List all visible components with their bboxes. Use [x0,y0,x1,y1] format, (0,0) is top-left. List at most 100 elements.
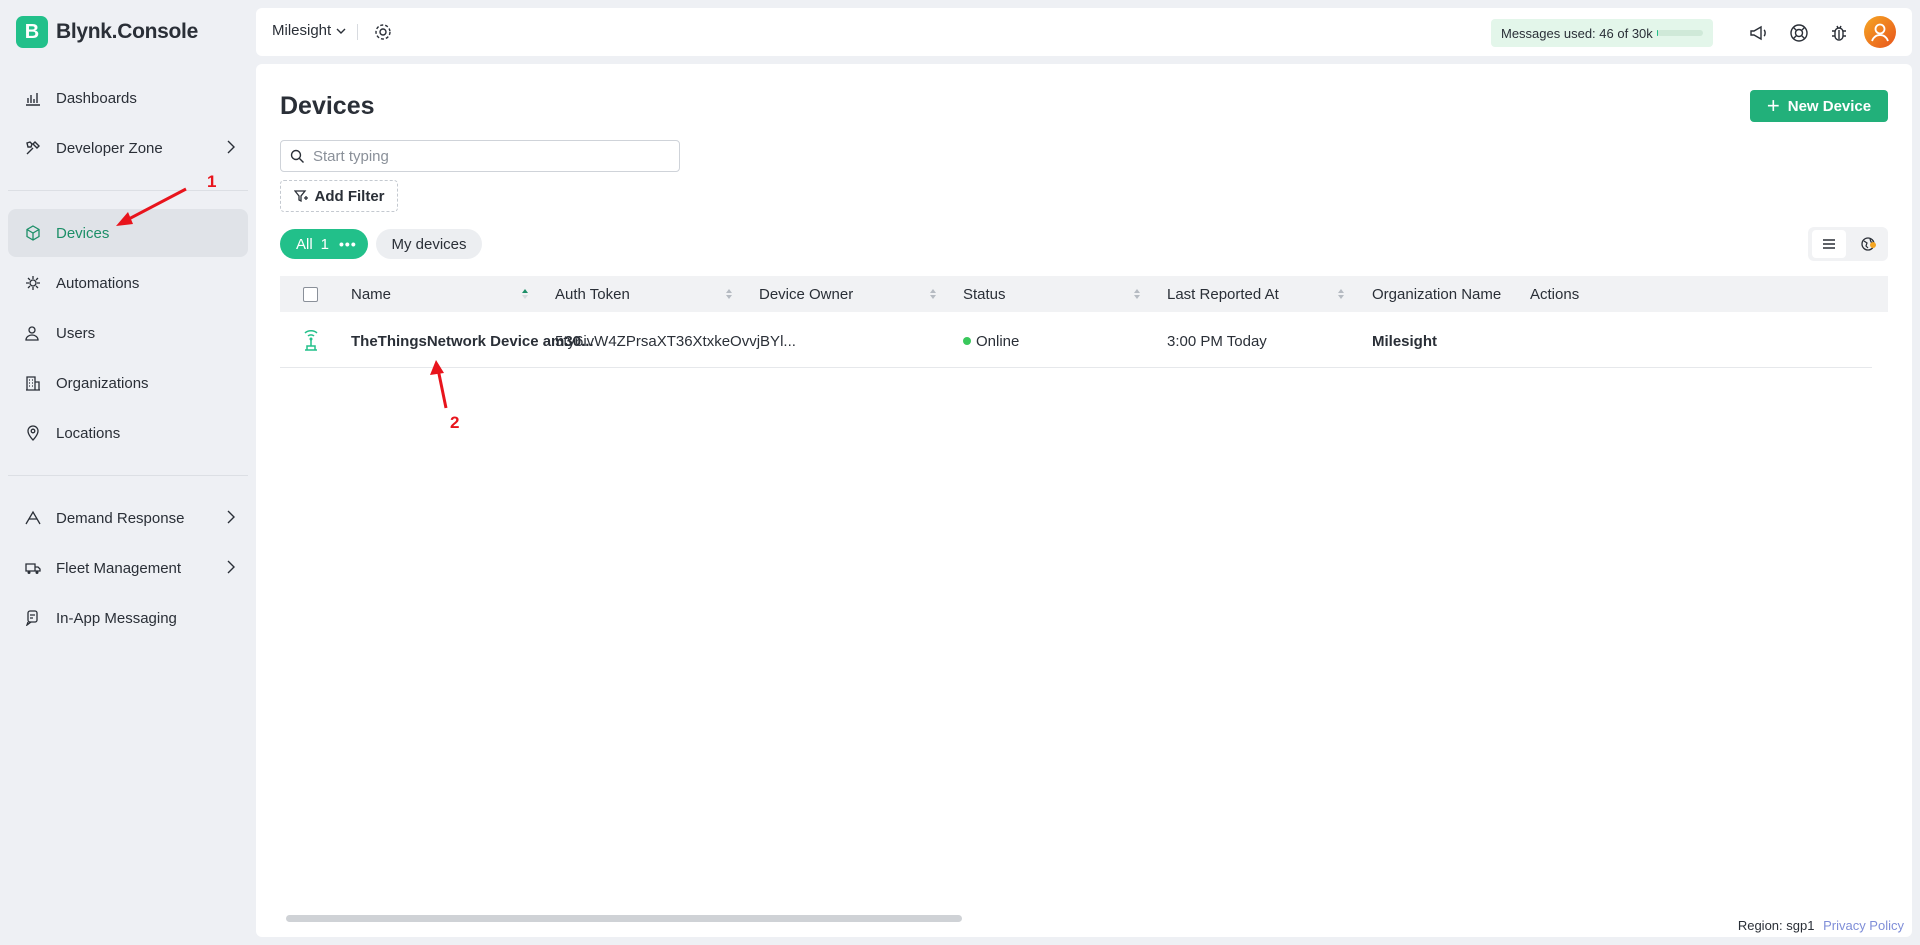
topbar-separator [357,24,358,40]
plus-icon: + [1766,93,1780,118]
sidebar-item-locations[interactable]: Locations [8,409,248,457]
sidebar-divider [8,475,248,476]
sidebar-item-developer-zone[interactable]: Developer Zone [8,124,248,172]
view-toggle [1808,227,1888,261]
sidebar-item-label: Developer Zone [56,139,163,157]
sort-icon[interactable] [1336,286,1346,302]
column-header-device-owner[interactable]: Device Owner [759,276,853,312]
sidebar-item-devices[interactable]: Devices [8,209,248,257]
messaging-icon [24,609,42,627]
sidebar-item-label: Locations [56,424,121,442]
status-text: Online [976,332,1020,350]
gear-icon[interactable] [372,21,394,43]
bug-icon[interactable] [1828,22,1850,44]
messages-value: 46 of 30k [1599,25,1653,41]
column-header-organization[interactable]: Organization Name [1372,276,1501,312]
dashboard-chart-icon [24,89,42,107]
chevron-right-icon [226,509,236,529]
online-status-dot [963,337,971,345]
sidebar-item-label: Demand Response [56,509,185,527]
chevron-right-icon [226,559,236,579]
privacy-policy-link[interactable]: Privacy Policy [1823,918,1904,933]
users-icon [24,324,42,342]
sidebar-item-dashboards[interactable]: Dashboards [8,74,248,122]
last-reported-cell: 3:00 PM Today [1167,332,1267,350]
annotation-number-2: 2 [450,413,460,432]
blynk-logo-icon: B [16,16,48,48]
add-filter-label: Add Filter [314,187,385,205]
automation-icon [24,274,42,292]
column-header-name[interactable]: Name [351,276,391,312]
filter-tab-all[interactable]: All 1 ••• [280,229,368,259]
sidebar-item-organizations[interactable]: Organizations [8,359,248,407]
brand[interactable]: B Blynk.Console [16,16,198,48]
region-label: Region: sgp1 [1737,918,1815,933]
column-header-auth-token[interactable]: Auth Token [555,276,630,312]
annotation-number-1: 1 [207,172,217,191]
sort-icon[interactable] [1132,286,1142,302]
sidebar-item-label: Automations [56,274,140,292]
location-pin-icon [24,424,42,442]
filter-all-label: All [296,235,313,253]
sidebar-item-label: Dashboards [56,89,137,107]
sidebar-item-demand-response[interactable]: Demand Response [8,494,248,542]
table-header: Name Auth Token Device Owner Status Last… [280,276,1888,312]
device-sensor-icon [304,330,318,351]
auth-token-cell: 5ty6ivW4ZPrsaXT36XtxkeOvvjBYl... [555,332,796,350]
list-icon [1823,239,1835,249]
building-icon [24,374,42,392]
new-device-label: New Device [1787,97,1872,115]
new-device-button[interactable]: + New Device [1750,90,1888,122]
sort-icon[interactable] [724,286,734,302]
messages-label: Messages used: [1501,25,1596,41]
sidebar: B Blynk.Console Dashboards Developer Zon… [0,0,256,945]
brand-name: Blynk.Console [56,20,198,43]
messages-progress-fill [1657,30,1658,36]
search-icon [290,149,305,169]
sort-icon[interactable] [928,286,938,302]
sidebar-item-label: Users [56,324,96,342]
page-title: Devices [280,92,375,120]
sidebar-item-in-app-messaging[interactable]: In-App Messaging [8,594,248,642]
sidebar-item-label: Organizations [56,374,149,392]
column-header-actions: Actions [1530,285,1580,303]
filter-tab-my-devices[interactable]: My devices [376,229,482,259]
more-dots-icon[interactable]: ••• [339,236,357,252]
status-cell: Online [963,314,1019,368]
chevron-down-icon [336,28,346,34]
truck-icon [24,559,42,577]
sidebar-item-users[interactable]: Users [8,309,248,357]
sidebar-item-label: In-App Messaging [56,609,177,627]
org-name: Milesight [272,22,332,39]
add-filter-button[interactable]: Add Filter [280,180,398,212]
table-row[interactable]: TheThingsNetwork Device am30... 5ty6ivW4… [280,314,1872,368]
sort-ascending-icon[interactable] [520,286,530,302]
organization-cell: Milesight [1372,332,1438,350]
notification-dot [1870,242,1876,248]
cube-icon [24,224,42,242]
sidebar-item-fleet-management[interactable]: Fleet Management [8,544,248,592]
list-view-button[interactable] [1812,230,1846,258]
messages-usage-badge[interactable]: Messages used: 46 of 30k [1491,19,1713,47]
footer: Region: sgp1 Privacy Policy [1738,918,1904,933]
map-view-button[interactable] [1852,230,1884,258]
sidebar-item-label: Devices [56,224,110,242]
select-all-checkbox[interactable] [303,287,318,302]
chevron-right-icon [226,139,236,159]
filter-all-count: 1 [320,235,330,253]
sidebar-item-label: Fleet Management [56,559,182,577]
user-avatar[interactable] [1864,16,1896,48]
column-header-last-reported[interactable]: Last Reported At [1167,276,1279,312]
help-lifebuoy-icon[interactable] [1788,22,1810,44]
main-panel: Devices + New Device Add Filter All 1 ••… [256,64,1912,937]
megaphone-icon[interactable] [1748,22,1770,44]
horizontal-scrollbar[interactable] [286,915,962,922]
search-input[interactable] [313,147,679,165]
tools-icon [24,139,42,157]
filter-icon [293,190,308,203]
org-selector[interactable]: Milesight [272,22,347,39]
topbar: Milesight Messages used: 46 of 30k [256,8,1912,56]
column-header-status[interactable]: Status [963,276,1006,312]
demand-icon [24,509,42,527]
sidebar-item-automations[interactable]: Automations [8,259,248,307]
